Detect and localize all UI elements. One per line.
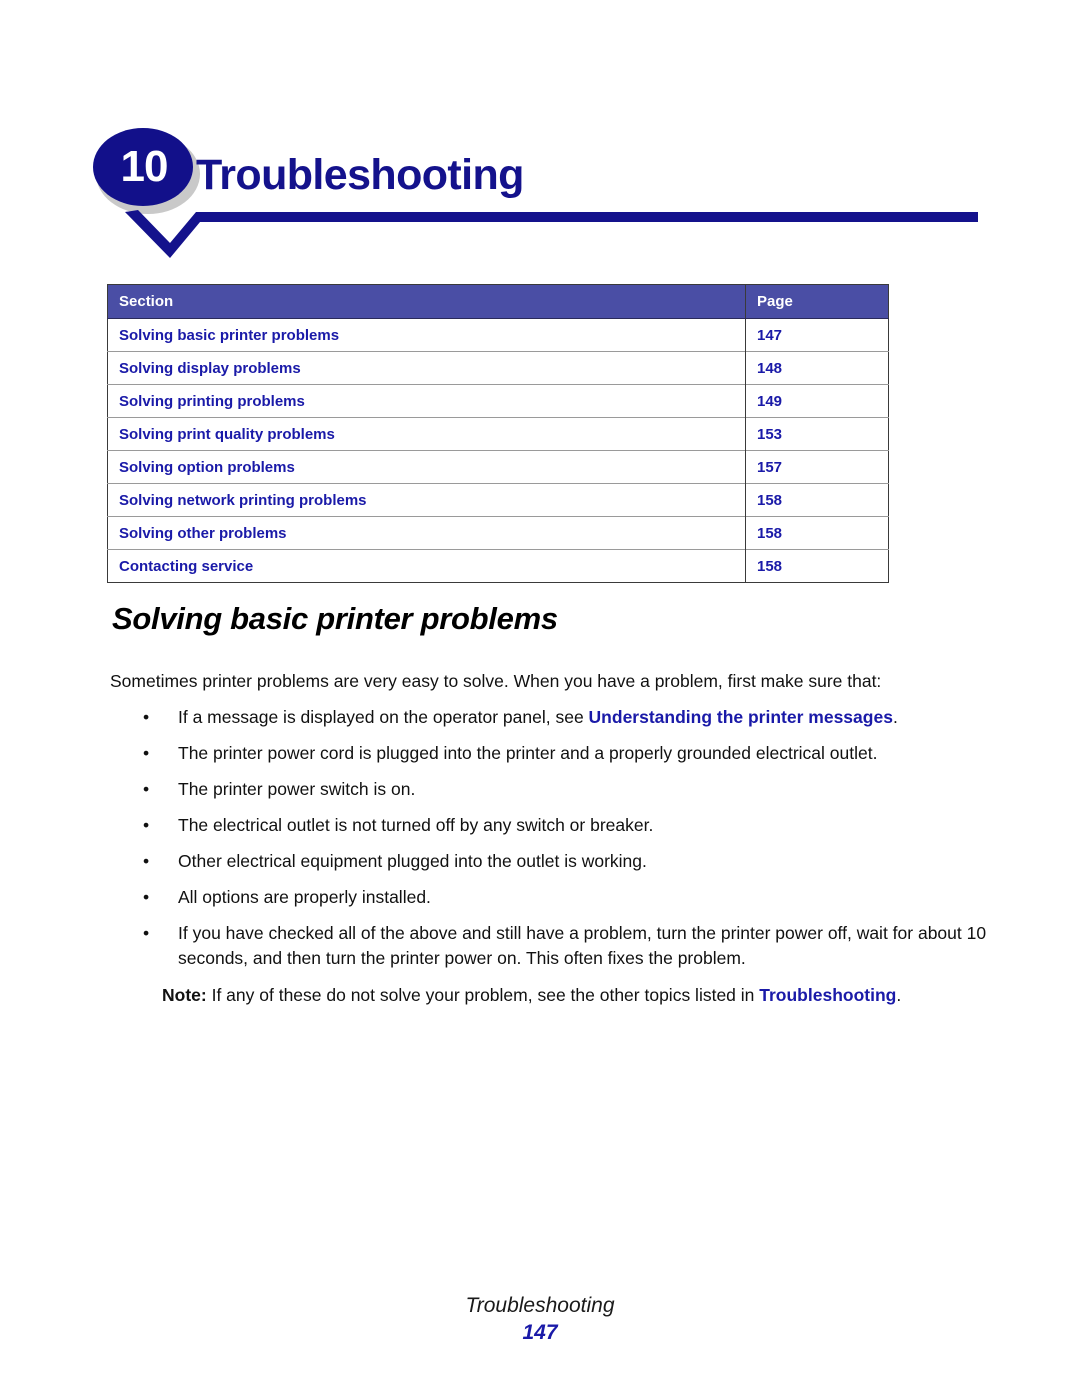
bullet-icon: • (143, 779, 150, 799)
intro-paragraph: Sometimes printer problems are very easy… (110, 671, 882, 691)
list-item-text: If you have checked all of the above and… (178, 923, 987, 968)
column-header-section: Section (107, 284, 746, 319)
list-item-text: The printer power switch is on. (178, 779, 416, 799)
section-link[interactable]: Solving other problems (107, 516, 746, 550)
table-row[interactable]: Solving basic printer problems 147 (107, 318, 889, 352)
page-number[interactable]: 149 (745, 384, 889, 418)
chapter-rule (125, 210, 978, 258)
page-footer: Troubleshooting 147 (0, 1294, 1080, 1345)
list-item: • The printer power switch is on. (110, 777, 1000, 802)
list-item: • The electrical outlet is not turned off… (110, 813, 1000, 838)
section-link[interactable]: Solving print quality problems (107, 417, 746, 451)
table-row[interactable]: Solving option problems 157 (107, 450, 889, 484)
list-item-text: All options are properly installed. (178, 887, 431, 907)
table-row[interactable]: Solving other problems 158 (107, 516, 889, 550)
bullet-icon: • (143, 887, 150, 907)
list-item-text: The printer power cord is plugged into t… (178, 743, 878, 763)
page-number[interactable]: 148 (745, 351, 889, 385)
page-title: Troubleshooting (196, 151, 524, 199)
note-block: Note: If any of these do not solve your … (110, 983, 1015, 1008)
chapter-header: 10 Troubleshooting (0, 0, 1080, 270)
page-number[interactable]: 158 (745, 516, 889, 550)
section-toc-table: Section Page Solving basic printer probl… (107, 284, 889, 583)
cross-reference-link[interactable]: Understanding the printer messages (589, 707, 893, 727)
bullet-icon: • (143, 815, 150, 835)
table-row[interactable]: Solving print quality problems 153 (107, 417, 889, 451)
bullet-icon: • (143, 743, 150, 763)
page-number[interactable]: 147 (745, 318, 889, 352)
table-row[interactable]: Solving printing problems 149 (107, 384, 889, 418)
footer-page-number: 147 (522, 1321, 558, 1344)
list-item-text: Other electrical equipment plugged into … (178, 851, 647, 871)
list-item-text: If a message is displayed on the operato… (178, 707, 589, 727)
table-header-row: Section Page (107, 284, 889, 319)
chapter-number: 10 (120, 142, 169, 191)
section-link[interactable]: Contacting service (107, 549, 746, 583)
section-link[interactable]: Solving option problems (107, 450, 746, 484)
note-text: If any of these do not solve your proble… (206, 985, 760, 1005)
section-link[interactable]: Solving printing problems (107, 384, 746, 418)
page-number[interactable]: 158 (745, 483, 889, 517)
page-number[interactable]: 157 (745, 450, 889, 484)
bullet-icon: • (143, 923, 150, 943)
list-item: • If you have checked all of the above an… (110, 921, 1000, 971)
column-header-page: Page (745, 284, 889, 319)
table-row[interactable]: Solving display problems 148 (107, 351, 889, 385)
table-row[interactable]: Contacting service 158 (107, 549, 889, 583)
footer-chapter-name: Troubleshooting (465, 1294, 615, 1317)
section-link[interactable]: Solving basic printer problems (107, 318, 746, 352)
note-label: Note: (162, 985, 207, 1005)
table-row[interactable]: Solving network printing problems 158 (107, 483, 889, 517)
note-text-tail: . (896, 985, 902, 1005)
list-item: • Other electrical equipment plugged into… (110, 849, 1000, 874)
table-header: Section Page (107, 284, 889, 319)
list-item: • The printer power cord is plugged into … (110, 741, 1000, 766)
list-item: • All options are properly installed. (110, 885, 1000, 910)
cross-reference-link[interactable]: Troubleshooting (759, 985, 896, 1005)
page-number[interactable]: 158 (745, 549, 889, 583)
section-link[interactable]: Solving network printing problems (107, 483, 746, 517)
checklist: • If a message is displayed on the operat… (110, 705, 1000, 982)
section-link[interactable]: Solving display problems (107, 351, 746, 385)
bullet-icon: • (143, 851, 150, 871)
list-item-text-tail: . (892, 707, 898, 727)
section-heading: Solving basic printer problems (112, 601, 558, 636)
page-number[interactable]: 153 (745, 417, 889, 451)
table-body: Solving basic printer problems 147 Solvi… (107, 318, 889, 583)
bullet-icon: • (143, 707, 150, 727)
list-item-text: The electrical outlet is not turned off … (178, 815, 654, 835)
list-item: • If a message is displayed on the operat… (110, 705, 1000, 730)
